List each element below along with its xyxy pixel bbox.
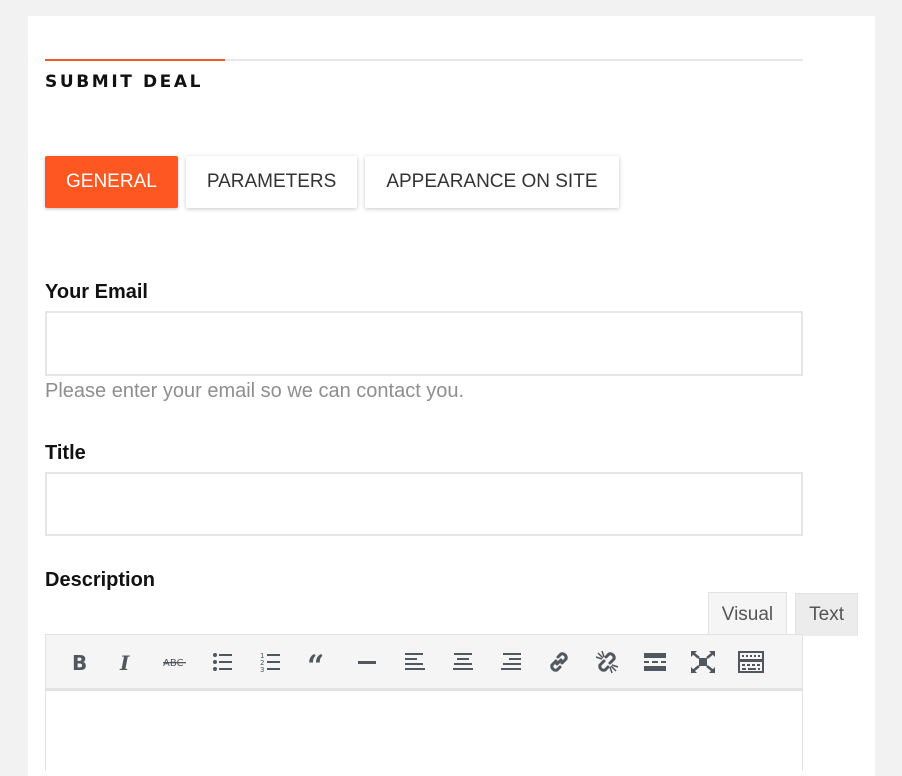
horizontal-line-button[interactable] <box>351 646 383 678</box>
title-input[interactable] <box>45 472 803 536</box>
unlink-button[interactable] <box>591 646 623 678</box>
description-editor-body[interactable] <box>45 691 803 771</box>
editor-tab-visual[interactable]: Visual <box>707 592 788 636</box>
link-button[interactable] <box>543 646 575 678</box>
email-help-text: Please enter your email so we can contac… <box>45 380 465 402</box>
svg-text:“: “ <box>307 651 324 673</box>
fullscreen-icon <box>691 650 715 673</box>
bulleted-list-button[interactable] <box>207 646 239 678</box>
toolbar-toggle-icon <box>738 650 764 673</box>
email-input[interactable] <box>45 311 803 376</box>
svg-text:3: 3 <box>260 666 264 673</box>
editor-toolbar: B I ABC 123 “ <box>45 634 803 691</box>
align-center-icon <box>453 652 473 670</box>
bold-button[interactable]: B <box>63 646 95 678</box>
align-right-button[interactable] <box>495 646 527 678</box>
align-center-button[interactable] <box>447 646 479 678</box>
blockquote-button[interactable]: “ <box>303 646 335 678</box>
svg-text:I: I <box>119 651 130 673</box>
svg-text:ABC: ABC <box>163 658 184 669</box>
link-icon <box>550 651 568 672</box>
blockquote-icon: “ <box>307 651 324 673</box>
horizontal-line-icon <box>358 660 376 664</box>
read-more-icon <box>644 652 666 671</box>
tab-appearance-on-site[interactable]: APPEARANCE ON SITE <box>365 156 619 208</box>
strikethrough-button[interactable]: ABC <box>159 646 191 678</box>
tab-general[interactable]: GENERAL <box>45 156 178 208</box>
tab-parameters[interactable]: PARAMETERS <box>185 156 358 208</box>
description-label: Description <box>45 569 156 591</box>
editor-mode-tabs: Visual Text <box>700 592 858 636</box>
title-label: Title <box>45 442 86 464</box>
form-tabs: GENERAL PARAMETERS APPEARANCE ON SITE <box>45 156 627 208</box>
italic-button[interactable]: I <box>111 646 143 678</box>
align-right-icon <box>501 652 521 670</box>
page-title: SUBMIT DEAL <box>45 72 204 92</box>
editor-tab-text[interactable]: Text <box>795 593 858 636</box>
email-label: Your Email <box>45 281 148 303</box>
align-left-icon <box>405 652 425 670</box>
numbered-list-icon: 123 <box>260 652 280 673</box>
bold-icon: B <box>72 651 87 673</box>
unlink-icon <box>595 650 619 673</box>
fullscreen-button[interactable] <box>687 646 719 678</box>
italic-icon: I <box>119 651 130 673</box>
numbered-list-button[interactable]: 123 <box>255 646 287 678</box>
read-more-button[interactable] <box>639 646 671 678</box>
heading-accent-line <box>45 59 225 61</box>
toolbar-toggle-button[interactable] <box>735 646 767 678</box>
svg-text:B: B <box>72 651 87 673</box>
align-left-button[interactable] <box>399 646 431 678</box>
bulleted-list-icon <box>213 652 232 671</box>
strikethrough-icon: ABC <box>163 658 186 669</box>
